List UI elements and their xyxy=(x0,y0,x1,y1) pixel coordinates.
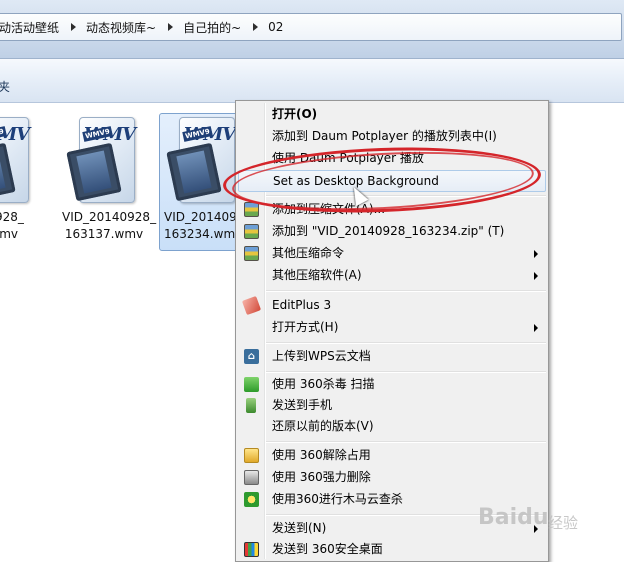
desktop-360-icon xyxy=(244,542,259,557)
unlock-360-icon xyxy=(244,448,259,463)
menu-item-360-scan[interactable]: 使用 360杀毒 扫描 xyxy=(238,374,546,395)
menu-item-360-unlock[interactable]: 使用 360解除占用 xyxy=(238,445,546,466)
menu-item-send-to-phone[interactable]: 发送到手机 xyxy=(238,395,546,416)
shredder-360-icon xyxy=(244,470,259,485)
menu-item-add-to-zip[interactable]: 添加到 "VID_20140928_163234.zip" (T) xyxy=(238,221,546,242)
winrar-icon xyxy=(244,224,259,239)
wps-cloud-icon: ⌂ xyxy=(244,349,259,364)
menu-item-360-force-delete[interactable]: 使用 360强力删除 xyxy=(238,467,546,488)
menu-item-play-potplayer[interactable]: 使用 Daum Potplayer 播放 xyxy=(238,148,546,169)
submenu-arrow-icon xyxy=(534,324,538,332)
phone-icon xyxy=(246,398,256,413)
menu-separator xyxy=(266,342,546,344)
menu-item-editplus[interactable]: EditPlus 3 xyxy=(238,295,546,316)
menu-item-other-compress-commands[interactable]: 其他压缩命令 xyxy=(238,243,546,264)
file-item[interactable]: WMV WMV9 140928_ 9.wmv xyxy=(0,117,40,243)
file-name: VID_20140928_ 163137.wmv xyxy=(62,210,157,241)
winrar-icon xyxy=(244,246,259,261)
file-name: VID_2014092 163234.wm xyxy=(164,210,245,241)
menu-item-other-compress-software[interactable]: 其他压缩软件(A) xyxy=(238,265,546,286)
breadcrumb-item-current[interactable]: 02 xyxy=(264,20,291,34)
toolbar: 夹 xyxy=(0,59,624,103)
menu-separator xyxy=(266,371,546,373)
menu-item-open-with[interactable]: 打开方式(H) xyxy=(238,317,546,338)
baidu-watermark-logo: Baidu xyxy=(478,505,549,530)
submenu-arrow-icon xyxy=(534,272,538,280)
breadcrumb-item[interactable]: 自己拍的~ xyxy=(179,19,249,36)
menu-separator xyxy=(266,195,546,197)
wmv-file-icon: WMV WMV9 xyxy=(66,117,137,203)
wmv-file-icon: WMV WMV9 xyxy=(0,117,31,203)
toolbar-new-folder-label[interactable]: 夹 xyxy=(0,78,10,95)
file-item[interactable]: WMV WMV9 VID_20140928_ 163137.wmv xyxy=(62,117,157,243)
menu-item-send-to-360-desktop[interactable]: 发送到 360安全桌面 xyxy=(238,539,546,560)
menu-separator xyxy=(266,290,546,292)
chevron-right-icon[interactable] xyxy=(168,23,174,31)
winrar-icon xyxy=(244,202,259,217)
menu-item-upload-wps[interactable]: ⌂ 上传到WPS云文档 xyxy=(238,346,546,367)
file-name: 140928_ 9.wmv xyxy=(0,210,24,241)
menu-item-restore-previous-versions[interactable]: 还原以前的版本(V) xyxy=(238,416,546,437)
menu-item-add-to-archive[interactable]: 添加到压缩文件(A)... xyxy=(238,199,546,220)
submenu-arrow-icon xyxy=(534,250,538,258)
shield-360-icon xyxy=(244,377,259,392)
baidu-watermark-sub: 经验 xyxy=(548,514,579,532)
menu-separator xyxy=(266,441,546,443)
breadcrumb-item[interactable]: 动态视频库~ xyxy=(82,19,164,36)
trojan-scan-icon xyxy=(244,492,259,507)
breadcrumb-item[interactable]: 动活动壁纸 xyxy=(0,19,67,36)
breadcrumb[interactable]: 动活动壁纸 动态视频库~ 自己拍的~ 02 xyxy=(0,13,622,41)
menu-item-add-potplayer-playlist[interactable]: 添加到 Daum Potplayer 的播放列表中(I) xyxy=(238,126,546,147)
context-menu: 打开(O) 添加到 Daum Potplayer 的播放列表中(I) 使用 Da… xyxy=(235,100,549,562)
menu-item-set-desktop-background[interactable]: Set as Desktop Background xyxy=(238,170,546,192)
address-bar: 动活动壁纸 动态视频库~ 自己拍的~ 02 xyxy=(0,0,624,59)
wmv-file-icon: WMV WMV9 xyxy=(166,117,237,203)
file-item-selected[interactable]: WMV WMV9 VID_2014092 163234.wm xyxy=(159,113,249,251)
editplus-icon xyxy=(241,295,262,316)
chevron-right-icon[interactable] xyxy=(253,23,259,31)
menu-item-open[interactable]: 打开(O) xyxy=(238,104,546,125)
chevron-right-icon[interactable] xyxy=(71,23,77,31)
